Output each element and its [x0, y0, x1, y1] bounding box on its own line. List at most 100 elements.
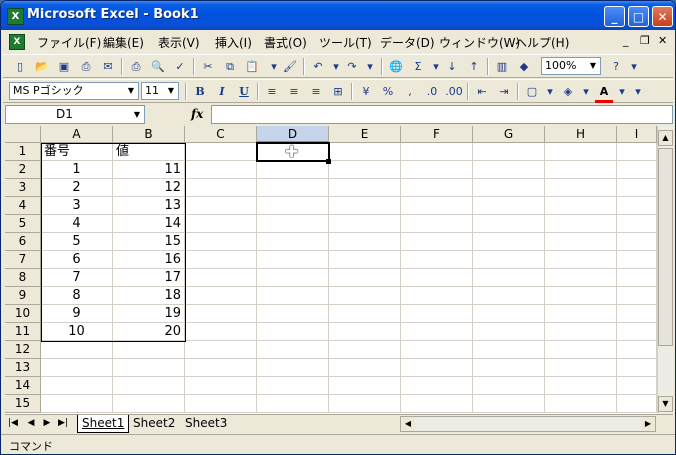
cell-b11[interactable]: 20 [113, 323, 185, 341]
cell-f3[interactable] [401, 179, 473, 197]
increase-decimal-icon[interactable]: .0 [423, 83, 441, 100]
cell-c6[interactable] [185, 233, 257, 251]
cell-f2[interactable] [401, 161, 473, 179]
cell-a9[interactable]: 8 [41, 287, 113, 305]
menu-file[interactable]: ファイル(F) [37, 34, 101, 51]
row-header-15[interactable]: 15 [5, 395, 41, 413]
chart-wizard-icon[interactable]: ▥ [493, 58, 511, 75]
cell-a12[interactable] [41, 341, 113, 359]
vertical-scrollbar[interactable]: ▲ ▼ [657, 126, 673, 414]
title-bar[interactable]: X Microsoft Excel - Book1 _ □ ✕ [1, 1, 675, 30]
doc-restore-button[interactable]: ❐ [640, 34, 650, 47]
cell-f13[interactable] [401, 359, 473, 377]
cell-i15[interactable] [617, 395, 657, 413]
cell-h11[interactable] [545, 323, 617, 341]
cell-e8[interactable] [329, 269, 401, 287]
cell-g13[interactable] [473, 359, 545, 377]
cell-g6[interactable] [473, 233, 545, 251]
italic-icon[interactable]: I [213, 83, 231, 100]
cell-g14[interactable] [473, 377, 545, 395]
menu-edit[interactable]: 編集(E) [103, 34, 144, 51]
cell-a10[interactable]: 9 [41, 305, 113, 323]
cell-a13[interactable] [41, 359, 113, 377]
font-size-select[interactable]: 11 ▼ [141, 82, 179, 100]
sheet-tab-sheet2[interactable]: Sheet2 [129, 415, 179, 432]
hyperlink-icon[interactable]: 🌐 [387, 58, 405, 75]
scroll-up-icon[interactable]: ▲ [658, 130, 673, 146]
column-header-h[interactable]: H [545, 126, 617, 143]
borders-dropdown-icon[interactable]: ▾ [541, 83, 559, 100]
cell-b15[interactable] [113, 395, 185, 413]
doc-close-button[interactable]: ✕ [658, 34, 667, 47]
cell-d3[interactable] [257, 179, 329, 197]
format-painter-icon[interactable]: 🖌 [281, 58, 299, 75]
cell-h2[interactable] [545, 161, 617, 179]
chevron-down-icon[interactable]: ▼ [134, 106, 140, 123]
sheet-tab-sheet1[interactable]: Sheet1 [77, 415, 130, 433]
cell-f6[interactable] [401, 233, 473, 251]
cell-h4[interactable] [545, 197, 617, 215]
cell-d2[interactable] [257, 161, 329, 179]
drawing-icon[interactable]: ◆ [515, 58, 533, 75]
cell-f11[interactable] [401, 323, 473, 341]
cell-g4[interactable] [473, 197, 545, 215]
cell-g7[interactable] [473, 251, 545, 269]
font-name-select[interactable]: MS Pゴシック ▼ [9, 82, 139, 100]
cut-icon[interactable]: ✂ [199, 58, 217, 75]
chevron-down-icon[interactable]: ▼ [125, 84, 137, 98]
cell-a5[interactable]: 4 [41, 215, 113, 233]
align-center-icon[interactable]: ≡ [285, 83, 303, 100]
underline-icon[interactable]: U [235, 83, 253, 100]
horizontal-scrollbar[interactable]: ◀ ▶ [400, 416, 656, 432]
cell-g3[interactable] [473, 179, 545, 197]
cell-c2[interactable] [185, 161, 257, 179]
menu-help[interactable]: ヘルプ(H) [515, 34, 569, 51]
cell-e3[interactable] [329, 179, 401, 197]
cell-d9[interactable] [257, 287, 329, 305]
cell-c14[interactable] [185, 377, 257, 395]
cell-f5[interactable] [401, 215, 473, 233]
column-header-d[interactable]: D [257, 126, 329, 143]
bold-icon[interactable]: B [191, 83, 209, 100]
redo-icon[interactable]: ↷ [343, 58, 361, 75]
cell-b14[interactable] [113, 377, 185, 395]
cell-h12[interactable] [545, 341, 617, 359]
permission-icon[interactable]: ⎙ [77, 58, 95, 75]
cell-h15[interactable] [545, 395, 617, 413]
cell-e13[interactable] [329, 359, 401, 377]
zoom-select[interactable]: 100% ▼ [541, 57, 601, 75]
print-preview-icon[interactable]: 🔍 [149, 58, 167, 75]
cell-h14[interactable] [545, 377, 617, 395]
cell-h8[interactable] [545, 269, 617, 287]
font-color-icon[interactable]: A [595, 83, 613, 103]
prev-sheet-icon[interactable]: ◀ [25, 418, 37, 428]
new-icon[interactable]: ▯ [11, 58, 29, 75]
cell-e14[interactable] [329, 377, 401, 395]
cell-d6[interactable] [257, 233, 329, 251]
menu-window[interactable]: ウィンドウ(W) [439, 34, 520, 51]
cell-i14[interactable] [617, 377, 657, 395]
cell-c11[interactable] [185, 323, 257, 341]
cell-g1[interactable] [473, 143, 545, 161]
row-header-14[interactable]: 14 [5, 377, 41, 395]
workbook-icon[interactable]: X [9, 34, 25, 50]
cell-e11[interactable] [329, 323, 401, 341]
cell-c1[interactable] [185, 143, 257, 161]
cell-b12[interactable] [113, 341, 185, 359]
cell-d10[interactable] [257, 305, 329, 323]
row-header-1[interactable]: 1 [5, 143, 41, 161]
row-header-2[interactable]: 2 [5, 161, 41, 179]
cell-h6[interactable] [545, 233, 617, 251]
menu-view[interactable]: 表示(V) [158, 34, 200, 51]
menu-insert[interactable]: 挿入(I) [215, 34, 252, 51]
cell-b9[interactable]: 18 [113, 287, 185, 305]
menu-data[interactable]: データ(D) [380, 34, 435, 51]
cell-i7[interactable] [617, 251, 657, 269]
cell-d11[interactable] [257, 323, 329, 341]
cell-c10[interactable] [185, 305, 257, 323]
cell-a2[interactable]: 1 [41, 161, 113, 179]
percent-icon[interactable]: % [379, 83, 397, 100]
fill-color-dropdown-icon[interactable]: ▾ [577, 83, 595, 100]
cell-a15[interactable] [41, 395, 113, 413]
cell-f8[interactable] [401, 269, 473, 287]
